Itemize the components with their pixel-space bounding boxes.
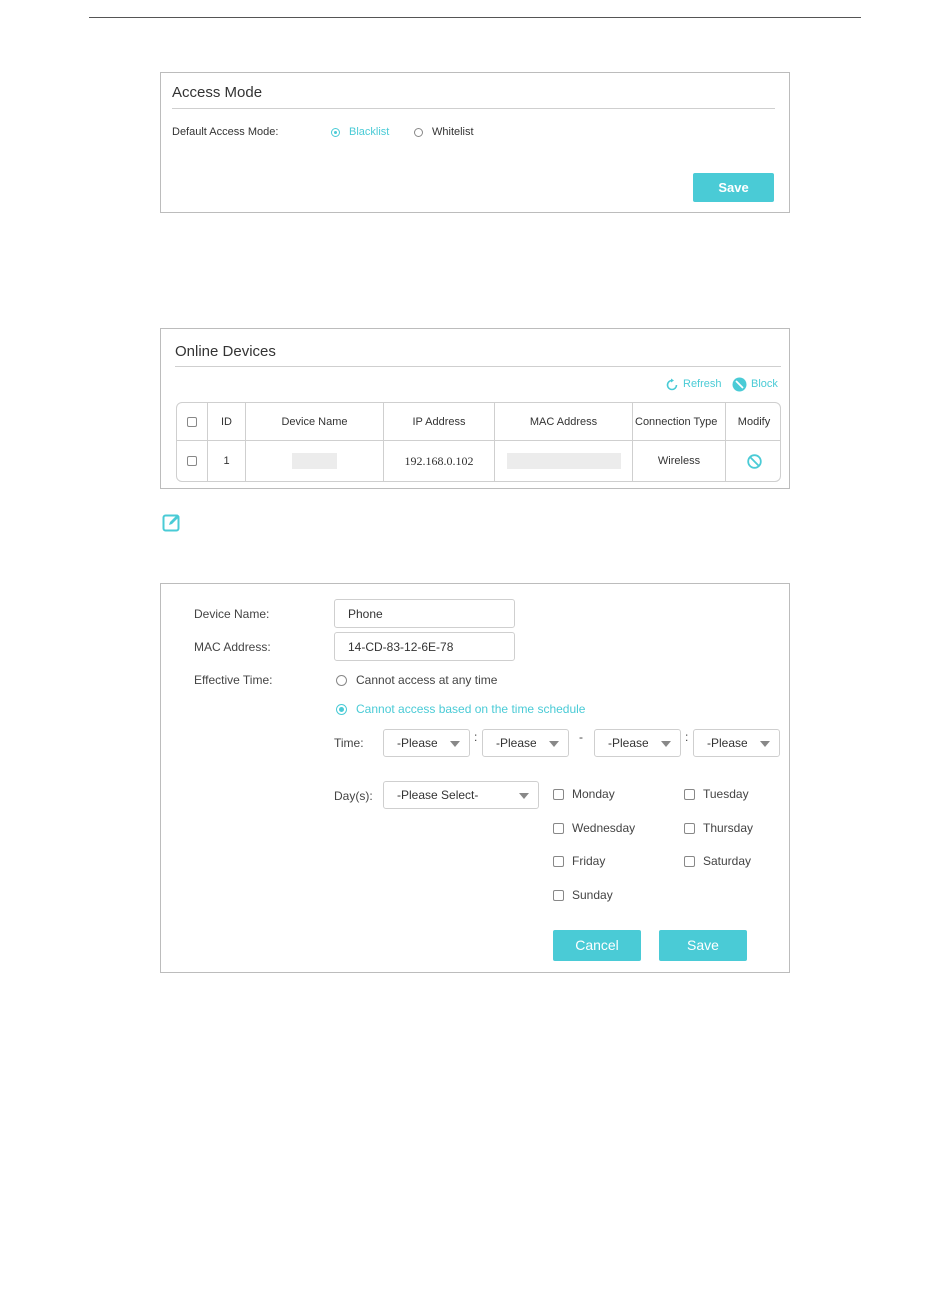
refresh-icon[interactable] [665, 378, 679, 392]
row-checkbox[interactable] [187, 456, 197, 466]
day-checkbox[interactable] [684, 788, 695, 800]
start-hour-select[interactable]: -Please [383, 729, 470, 757]
device-modify-panel: Device Name: Phone MAC Address: 14-CD-83… [160, 583, 790, 973]
time-colon: : [685, 730, 689, 744]
time-colon: : [474, 730, 478, 744]
days-select[interactable]: -Please Select- [383, 781, 539, 809]
no-access-anytime-label[interactable]: Cannot access at any time [356, 673, 497, 687]
day-saturday[interactable]: Saturday [684, 854, 751, 868]
day-checkbox[interactable] [553, 889, 564, 901]
online-devices-divider [175, 366, 781, 367]
whitelist-label[interactable]: Whitelist [432, 126, 474, 138]
day-thursday[interactable]: Thursday [684, 821, 753, 835]
mac-address-redacted [506, 453, 621, 469]
day-checkbox[interactable] [553, 855, 564, 867]
row-device-name [246, 441, 384, 481]
blacklist-label[interactable]: Blacklist [349, 126, 389, 138]
day-label: Friday [572, 854, 606, 868]
page-top-rule [89, 17, 861, 18]
row-id: 1 [208, 441, 246, 481]
col-header-mac-address: MAC Address [495, 403, 633, 441]
day-checkbox[interactable] [684, 855, 695, 867]
chevron-down-icon [760, 741, 770, 747]
chevron-down-icon [519, 793, 529, 799]
device-name-input[interactable]: Phone [334, 599, 515, 628]
select-all-checkbox[interactable] [187, 416, 197, 427]
start-minute-select[interactable]: -Please [482, 729, 569, 757]
access-mode-divider [172, 108, 775, 109]
time-label: Time: [334, 736, 364, 750]
day-friday[interactable]: Friday [553, 854, 605, 868]
whitelist-radio[interactable] [414, 128, 423, 137]
chevron-down-icon [450, 741, 460, 747]
default-access-mode-label: Default Access Mode: [172, 126, 279, 138]
col-header-id: ID [208, 403, 246, 441]
online-devices-panel: Online Devices Refresh Block ID Device N… [160, 328, 790, 489]
day-label: Wednesday [572, 821, 636, 835]
row-connection-type: Wireless [633, 441, 726, 481]
note-edit-icon [162, 514, 180, 532]
chevron-down-icon [549, 741, 559, 747]
col-header-modify: Modify [726, 403, 780, 441]
row-modify-cell [726, 441, 780, 481]
block-icon[interactable] [732, 377, 747, 392]
start-minute-value: -Please [496, 736, 536, 750]
days-label: Day(s): [334, 789, 373, 803]
end-minute-value: -Please [707, 736, 747, 750]
day-label: Thursday [703, 821, 754, 835]
no-access-anytime-radio[interactable] [336, 675, 347, 686]
online-devices-table: ID Device Name IP Address MAC Address Co… [176, 402, 781, 482]
schedule-radio[interactable] [336, 704, 347, 715]
access-mode-title: Access Mode [172, 84, 263, 101]
save-button[interactable]: Save [659, 930, 747, 961]
schedule-label[interactable]: Cannot access based on the time schedule [356, 702, 585, 716]
col-header-connection-type: Connection Type [633, 403, 726, 441]
day-checkbox[interactable] [553, 788, 564, 800]
day-wednesday[interactable]: Wednesday [553, 821, 635, 835]
row-select-cell [177, 441, 208, 481]
day-label: Tuesday [703, 787, 749, 801]
chevron-down-icon [661, 741, 671, 747]
mac-address-label: MAC Address: [194, 640, 271, 654]
day-label: Sunday [572, 888, 613, 902]
end-minute-select[interactable]: -Please [693, 729, 780, 757]
start-hour-value: -Please [397, 736, 437, 750]
effective-time-label: Effective Time: [194, 673, 273, 687]
day-sunday[interactable]: Sunday [553, 888, 613, 902]
end-hour-value: -Please [608, 736, 648, 750]
device-name-label: Device Name: [194, 607, 270, 621]
day-tuesday[interactable]: Tuesday [684, 787, 749, 801]
mac-address-input[interactable]: 14-CD-83-12-6E-78 [334, 632, 515, 661]
refresh-link[interactable]: Refresh [683, 378, 722, 390]
block-icon[interactable] [746, 453, 762, 469]
device-name-redacted [292, 453, 337, 469]
block-link[interactable]: Block [751, 378, 778, 390]
day-label: Monday [572, 787, 615, 801]
col-header-device-name: Device Name [246, 403, 384, 441]
day-checkbox[interactable] [553, 822, 564, 834]
col-header-ip-address: IP Address [384, 403, 495, 441]
row-ip-address: 192.168.0.102 [384, 441, 495, 481]
time-dash: - [579, 730, 583, 744]
access-mode-save-button[interactable]: Save [693, 173, 774, 202]
blacklist-radio[interactable] [331, 128, 340, 137]
day-label: Saturday [703, 854, 752, 868]
access-mode-panel: Access Mode Default Access Mode: Blackli… [160, 72, 790, 213]
select-all-cell [177, 403, 208, 441]
day-monday[interactable]: Monday [553, 787, 615, 801]
days-select-value: -Please Select- [397, 788, 479, 802]
online-devices-title: Online Devices [175, 343, 276, 360]
day-checkbox[interactable] [684, 822, 695, 834]
end-hour-select[interactable]: -Please [594, 729, 681, 757]
cancel-button[interactable]: Cancel [553, 930, 641, 961]
row-mac-address [495, 441, 633, 481]
